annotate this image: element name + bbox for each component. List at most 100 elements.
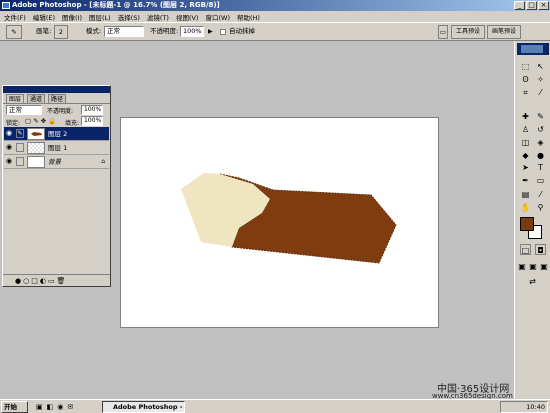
brush-label: 画笔: bbox=[36, 27, 52, 35]
tab-channels[interactable]: 通道 bbox=[27, 94, 46, 103]
menu-layer[interactable]: 图层(L) bbox=[89, 12, 111, 22]
menu-filter[interactable]: 滤镜(T) bbox=[147, 12, 169, 22]
type-tool-icon[interactable]: T bbox=[535, 162, 546, 173]
zoom-tool-icon[interactable]: ⚲ bbox=[535, 202, 546, 213]
menu-select[interactable]: 选择(S) bbox=[118, 12, 140, 22]
hand-tool-icon[interactable]: ✋ bbox=[520, 202, 531, 213]
layer-row-layer2[interactable]: ◉ ✎ 图层 2 bbox=[4, 127, 109, 141]
tab-paths[interactable]: 路径 bbox=[48, 94, 67, 103]
mode-label: 模式: bbox=[86, 27, 102, 35]
pencil-tool-icon[interactable]: ✎ bbox=[535, 111, 546, 122]
window-title: Adobe Photoshop - [未标题-1 @ 16.7% (图层 2, … bbox=[12, 1, 220, 9]
start-label: 开始 bbox=[4, 403, 17, 411]
auto-erase-label: 自动抹掉 bbox=[229, 27, 255, 35]
layer-name: 图层 2 bbox=[48, 130, 68, 138]
close-button[interactable]: × bbox=[538, 1, 549, 10]
layer-name: 背景 bbox=[48, 158, 61, 166]
notes-tool-icon[interactable]: ▤ bbox=[520, 189, 531, 200]
healing-brush-tool-icon[interactable]: ✚ bbox=[520, 111, 531, 122]
layer-opacity-label: 不透明度: bbox=[47, 108, 74, 115]
file-browser-icon[interactable]: ▭ bbox=[438, 25, 448, 39]
title-bar: Adobe Photoshop - [未标题-1 @ 16.7% (图层 2, … bbox=[0, 0, 550, 11]
menu-edit[interactable]: 编辑(E) bbox=[33, 12, 55, 22]
menu-view[interactable]: 视图(V) bbox=[176, 12, 199, 22]
layer-thumbnail bbox=[27, 156, 45, 168]
clock[interactable]: 10:40 bbox=[526, 403, 545, 411]
opacity-arrow-icon[interactable]: ▶ bbox=[208, 27, 213, 36]
menu-bar: 文件(F) 编辑(E) 图像(I) 图层(L) 选择(S) 滤镜(T) 视图(V… bbox=[0, 11, 550, 22]
lock-label: 锁定: bbox=[6, 120, 21, 127]
document-canvas[interactable] bbox=[120, 117, 439, 328]
lasso-tool-icon[interactable]: ʘ bbox=[520, 74, 531, 85]
shape-tool-icon[interactable]: ▭ bbox=[535, 175, 546, 186]
lock-options-icon[interactable]: ▢ ✎ ✥ 🔒 bbox=[25, 117, 56, 125]
path-select-tool-icon[interactable]: ➤ bbox=[520, 162, 531, 173]
start-button[interactable]: 开始 bbox=[1, 401, 28, 413]
quick-launch-icons[interactable]: ▣◧◉✉ bbox=[36, 402, 96, 412]
mode-select[interactable]: 正常 bbox=[104, 26, 144, 37]
menu-image[interactable]: 图像(I) bbox=[62, 12, 82, 22]
eraser-tool-icon[interactable]: ◫ bbox=[520, 137, 531, 148]
layers-palette: 图层 通道 路径 正常 不透明度: 100% 锁定: ▢ ✎ ✥ 🔒 填充: 1… bbox=[2, 85, 111, 287]
blend-mode-select[interactable]: 正常 bbox=[6, 105, 42, 115]
menu-file[interactable]: 文件(F) bbox=[4, 12, 26, 22]
history-brush-tool-icon[interactable]: ↺ bbox=[535, 124, 546, 135]
adobe-logo-icon[interactable] bbox=[521, 45, 543, 53]
jump-to-imageready-icon[interactable]: ⇄ bbox=[527, 276, 538, 287]
foreground-color-fill[interactable] bbox=[520, 217, 534, 231]
brush-size: 2 bbox=[58, 28, 64, 36]
magic-wand-tool-icon[interactable]: ✧ bbox=[535, 74, 546, 85]
layer-row-background[interactable]: ◉ 背景 ⌂ bbox=[4, 155, 109, 169]
taskbar-item-label: Adobe Photoshop - [... bbox=[113, 403, 184, 411]
marquee-tool-icon[interactable]: ⬚ bbox=[520, 61, 531, 72]
eye-icon[interactable]: ◉ bbox=[6, 130, 14, 137]
maximize-button[interactable]: □ bbox=[526, 1, 537, 10]
system-tray: 10:40 bbox=[500, 401, 548, 413]
eye-icon[interactable]: ◉ bbox=[6, 144, 14, 151]
lock-icon: ⌂ bbox=[101, 158, 105, 165]
pencil-tool-preset-icon[interactable]: ✎ bbox=[6, 25, 22, 39]
pen-tool-icon[interactable]: ✒ bbox=[520, 175, 531, 186]
menu-help[interactable]: 帮助(H) bbox=[237, 12, 260, 22]
auto-erase-checkbox[interactable] bbox=[220, 29, 226, 35]
opacity-label: 不透明度: bbox=[150, 27, 179, 35]
toolbox: ⬚ ↖ ʘ ✧ ⌗ ⁄ ✚ ✎ ♙ ↺ ◫ ◈ ◆ ● ➤ T ✒ ▭ ▤ ⁄ … bbox=[514, 41, 550, 399]
minimize-button[interactable]: _ bbox=[514, 1, 525, 10]
layers-footer-buttons[interactable]: ●○□◐▭🗑 bbox=[3, 274, 110, 286]
screen-mode-full-menu-icon[interactable]: ▣ bbox=[528, 261, 538, 272]
layer-opacity-input[interactable]: 100% bbox=[81, 105, 103, 115]
stamp-tool-icon[interactable]: ♙ bbox=[520, 124, 531, 135]
palette-title-bar[interactable] bbox=[3, 86, 110, 93]
taskbar: 开始 ▣◧◉✉ Adobe Photoshop - [... 10:40 bbox=[0, 399, 550, 413]
link-slot[interactable] bbox=[16, 143, 24, 152]
quick-mask-mode-icon[interactable]: ◘ bbox=[535, 244, 546, 255]
link-slot[interactable] bbox=[16, 157, 24, 166]
layer-thumbnail bbox=[27, 128, 45, 140]
tool-presets-tab[interactable]: 工具预设 bbox=[451, 25, 485, 39]
dodge-tool-icon[interactable]: ● bbox=[535, 150, 546, 161]
screen-mode-full-icon[interactable]: ▣ bbox=[539, 261, 549, 272]
brush-size-picker[interactable]: 2 bbox=[54, 25, 68, 39]
move-tool-icon[interactable]: ↖ bbox=[535, 61, 546, 72]
layer-row-layer1[interactable]: ◉ 图层 1 bbox=[4, 141, 109, 155]
tab-layers[interactable]: 图层 bbox=[6, 94, 25, 103]
options-bar: ✎ 画笔: 2 模式: 正常 不透明度: 100% ▶ 自动抹掉 ▭ 工具预设 … bbox=[0, 22, 550, 41]
taskbar-photoshop-item[interactable]: Adobe Photoshop - [... bbox=[102, 401, 185, 413]
fill-input[interactable]: 100% bbox=[81, 116, 103, 126]
photoshop-app-icon bbox=[2, 2, 10, 9]
screen-mode-standard-icon[interactable]: ▣ bbox=[517, 261, 527, 272]
layer-name: 图层 1 bbox=[48, 144, 68, 152]
standard-mode-icon[interactable]: □ bbox=[520, 244, 531, 255]
crop-tool-icon[interactable]: ⌗ bbox=[520, 87, 531, 98]
blur-tool-icon[interactable]: ◆ bbox=[520, 150, 531, 161]
layer-thumbnail bbox=[27, 142, 45, 154]
slice-tool-icon[interactable]: ⁄ bbox=[535, 87, 546, 98]
eye-icon[interactable]: ◉ bbox=[6, 158, 14, 165]
menu-window[interactable]: 窗口(W) bbox=[205, 12, 230, 22]
eyedropper-tool-icon[interactable]: ⁄ bbox=[535, 189, 546, 200]
paint-bucket-tool-icon[interactable]: ◈ bbox=[535, 137, 546, 148]
brush-icon: ✎ bbox=[16, 129, 24, 138]
opacity-input[interactable]: 100% bbox=[180, 26, 204, 37]
brushes-tab[interactable]: 画笔预设 bbox=[487, 25, 521, 39]
fill-label: 填充: bbox=[65, 120, 80, 127]
